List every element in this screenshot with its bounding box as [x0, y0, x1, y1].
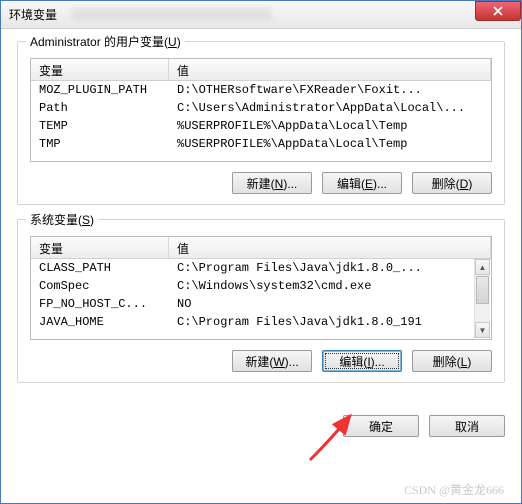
user-variables-group: Administrator 的用户变量(U) 变量 值 MOZ_PLUGIN_P…	[17, 41, 505, 205]
close-icon	[493, 6, 503, 16]
column-header-value[interactable]: 值	[169, 59, 491, 80]
cell-val: C:\Users\Administrator\AppData\Local\...	[169, 99, 491, 117]
table-row[interactable]: FP_NO_HOST_C...NO	[31, 295, 491, 313]
scroll-thumb[interactable]	[476, 276, 489, 304]
cell-val: C:\Windows\system32\cmd.exe	[169, 277, 491, 295]
edit-sys-var-button[interactable]: 编辑(I)...	[322, 350, 402, 372]
user-vars-listview[interactable]: 变量 值 MOZ_PLUGIN_PATHD:\OTHERsoftware\FXR…	[30, 58, 492, 162]
table-row[interactable]: MOZ_PLUGIN_PATHD:\OTHERsoftware\FXReader…	[31, 81, 491, 99]
listview-body: MOZ_PLUGIN_PATHD:\OTHERsoftware\FXReader…	[31, 81, 491, 161]
user-buttons: 新建(N)... 编辑(E)... 删除(D)	[30, 172, 492, 194]
titlebar: 环境变量	[1, 1, 521, 29]
table-row[interactable]: CLASS_PATHC:\Program Files\Java\jdk1.8.0…	[31, 259, 491, 277]
legend-text: )	[177, 35, 181, 49]
edit-user-var-button[interactable]: 编辑(E)...	[322, 172, 402, 194]
window-title: 环境变量	[9, 6, 57, 23]
cell-var: TMP	[31, 135, 169, 153]
watermark: CSDN @黄金龙666	[404, 481, 504, 498]
legend-text: 系统变量(	[30, 213, 82, 227]
legend-text: Administrator 的用户变量(	[30, 35, 168, 49]
sys-group-legend: 系统变量(S)	[26, 211, 98, 228]
cell-var: CLASS_PATH	[31, 259, 169, 277]
scroll-down-icon[interactable]: ▼	[475, 322, 490, 338]
cell-var: JAVA_HOME	[31, 313, 169, 331]
cell-val: %USERPROFILE%\AppData\Local\Temp	[169, 117, 491, 135]
user-group-legend: Administrator 的用户变量(U)	[26, 33, 185, 50]
cell-val: D:\OTHERsoftware\FXReader\Foxit...	[169, 81, 491, 99]
sys-vars-listview[interactable]: 变量 值 CLASS_PATHC:\Program Files\Java\jdk…	[30, 236, 492, 340]
ok-button[interactable]: 确定	[343, 415, 419, 437]
table-row[interactable]: TMP%USERPROFILE%\AppData\Local\Temp	[31, 135, 491, 153]
table-row[interactable]: ComSpecC:\Windows\system32\cmd.exe	[31, 277, 491, 295]
column-header-variable[interactable]: 变量	[31, 59, 169, 80]
cell-val: NO	[169, 295, 491, 313]
cell-val: %USERPROFILE%\AppData\Local\Temp	[169, 135, 491, 153]
close-button[interactable]	[475, 1, 521, 21]
cell-var: MOZ_PLUGIN_PATH	[31, 81, 169, 99]
cell-var: FP_NO_HOST_C...	[31, 295, 169, 313]
cancel-button[interactable]: 取消	[429, 415, 505, 437]
content-area: Administrator 的用户变量(U) 变量 值 MOZ_PLUGIN_P…	[1, 29, 521, 409]
cell-val: C:\Program Files\Java\jdk1.8.0_...	[169, 259, 491, 277]
listview-body: CLASS_PATHC:\Program Files\Java\jdk1.8.0…	[31, 259, 491, 339]
column-header-value[interactable]: 值	[169, 237, 491, 258]
system-variables-group: 系统变量(S) 变量 值 CLASS_PATHC:\Program Files\…	[17, 219, 505, 383]
table-row[interactable]: TEMP%USERPROFILE%\AppData\Local\Temp	[31, 117, 491, 135]
cell-val: C:\Program Files\Java\jdk1.8.0_191	[169, 313, 491, 331]
new-sys-var-button[interactable]: 新建(W)...	[232, 350, 312, 372]
scroll-up-icon[interactable]: ▲	[475, 259, 490, 275]
table-row[interactable]: PathC:\Users\Administrator\AppData\Local…	[31, 99, 491, 117]
legend-text: )	[90, 213, 94, 227]
legend-hotkey: S	[82, 213, 90, 227]
cell-var: ComSpec	[31, 277, 169, 295]
scrollbar[interactable]: ▲ ▼	[474, 259, 490, 338]
sys-buttons: 新建(W)... 编辑(I)... 删除(L)	[30, 350, 492, 372]
listview-header: 变量 值	[31, 237, 491, 259]
delete-sys-var-button[interactable]: 删除(L)	[412, 350, 492, 372]
delete-user-var-button[interactable]: 删除(D)	[412, 172, 492, 194]
blurred-area	[71, 7, 271, 21]
column-header-variable[interactable]: 变量	[31, 237, 169, 258]
table-row[interactable]: JAVA_HOMEC:\Program Files\Java\jdk1.8.0_…	[31, 313, 491, 331]
new-user-var-button[interactable]: 新建(N)...	[232, 172, 312, 194]
legend-hotkey: U	[168, 35, 177, 49]
dialog-footer: 确定 取消	[1, 409, 521, 437]
env-vars-dialog: 环境变量 Administrator 的用户变量(U) 变量 值 MOZ_PLU…	[0, 0, 522, 504]
cell-var: TEMP	[31, 117, 169, 135]
listview-header: 变量 值	[31, 59, 491, 81]
cell-var: Path	[31, 99, 169, 117]
